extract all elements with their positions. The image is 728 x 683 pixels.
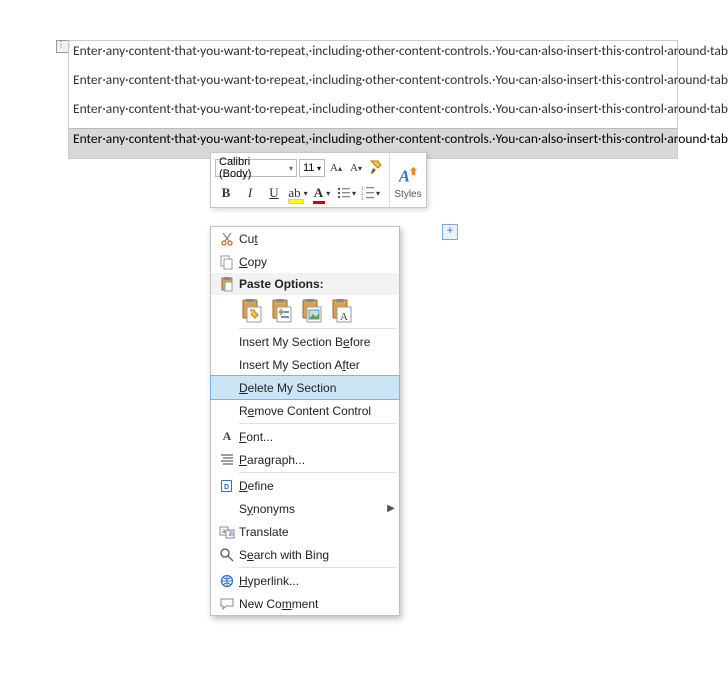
menu-insert-section-after[interactable]: Insert My Section AfterInsert My Section… — [211, 353, 399, 376]
comment-icon — [215, 596, 239, 612]
menu-cut[interactable]: CutCut — [211, 227, 399, 250]
menu-translate[interactable]: aあ Translate — [211, 520, 399, 543]
highlight-button[interactable]: ab ▾ — [287, 183, 309, 203]
svg-text:D: D — [224, 484, 229, 491]
menu-copy[interactable]: CopyCopy — [211, 250, 399, 273]
paste-options-label: Paste Options: — [239, 277, 399, 291]
paste-options-row: A — [211, 295, 399, 327]
document-body: Enter·any·content·that·you·want·to·repea… — [68, 40, 678, 159]
cut-icon — [215, 231, 239, 247]
define-icon: D — [215, 478, 239, 494]
menu-define[interactable]: D DefineDefine — [211, 474, 399, 497]
menu-paste-options-header: Paste Options: — [211, 273, 399, 295]
italic-button[interactable]: I — [239, 183, 261, 203]
search-icon — [215, 547, 239, 563]
menu-remove-content-control[interactable]: Remove Content ControlRemove Content Con… — [211, 399, 399, 422]
menu-synonyms[interactable]: SynonymsSynonyms ▶ — [211, 497, 399, 520]
menu-paragraph[interactable]: Paragraph...Paragraph... — [211, 448, 399, 471]
submenu-arrow-icon: ▶ — [383, 503, 399, 514]
menu-insert-section-before[interactable]: Insert My Section BeforeInsert My Sectio… — [211, 330, 399, 353]
font-size-combo[interactable]: 11▾ — [299, 159, 325, 177]
translate-label: Translate — [239, 525, 399, 539]
paragraph[interactable]: Enter·any·content·that·you·want·to·repea… — [69, 41, 677, 70]
numbering-button[interactable]: 123 ▾ — [359, 183, 381, 203]
menu-new-comment[interactable]: New CommentNew Comment — [211, 592, 399, 615]
font-family-value: Calibri (Body) — [219, 156, 283, 180]
menu-search-bing[interactable]: Search with BingSearch with Bing — [211, 543, 399, 566]
format-painter-icon[interactable] — [367, 159, 385, 177]
svg-text:あ: あ — [228, 531, 234, 538]
svg-text:A: A — [340, 311, 348, 323]
svg-text:3: 3 — [361, 197, 364, 201]
menu-hyperlink[interactable]: Hyperlink...Hyperlink... — [211, 569, 399, 592]
styles-button[interactable]: A Styles — [389, 153, 426, 207]
paste-picture-button[interactable] — [301, 299, 323, 323]
font-color-button[interactable]: A ▾ — [311, 183, 333, 203]
paragraph-dialog-icon — [215, 452, 239, 468]
menu-delete-section[interactable]: Delete My SectionDelete My Section — [210, 375, 400, 400]
paste-text-only-button[interactable]: A — [331, 299, 353, 323]
svg-text:A: A — [398, 166, 410, 185]
bold-button[interactable]: B — [215, 183, 237, 203]
hyperlink-icon — [215, 573, 239, 589]
font-size-value: 11 — [303, 162, 314, 174]
styles-label: Styles — [394, 189, 421, 200]
paste-keep-source-button[interactable] — [241, 299, 263, 323]
add-section-button[interactable]: + — [442, 224, 458, 240]
menu-font[interactable]: A Font...Font... — [211, 425, 399, 448]
font-family-combo[interactable]: Calibri (Body)▾ — [215, 159, 297, 177]
decrease-font-icon[interactable]: A▾ — [347, 159, 365, 177]
context-menu: CutCut CopyCopy Paste Options: A Insert … — [210, 226, 400, 616]
bullets-button[interactable]: ▾ — [335, 183, 357, 203]
translate-icon: aあ — [215, 524, 239, 540]
increase-font-icon[interactable]: A▴ — [327, 159, 345, 177]
underline-button[interactable]: U — [263, 183, 285, 203]
mini-toolbar: Calibri (Body)▾ 11▾ A▴ A▾ B I U ab ▾ A ▾ — [210, 152, 427, 208]
font-dialog-icon: A — [215, 429, 239, 444]
paste-merge-button[interactable] — [271, 299, 293, 323]
paragraph[interactable]: Enter·any·content·that·you·want·to·repea… — [69, 99, 677, 128]
paragraph[interactable]: Enter·any·content·that·you·want·to·repea… — [69, 70, 677, 99]
styles-icon: A — [397, 165, 419, 187]
paste-icon — [215, 276, 239, 292]
copy-icon — [215, 254, 239, 270]
